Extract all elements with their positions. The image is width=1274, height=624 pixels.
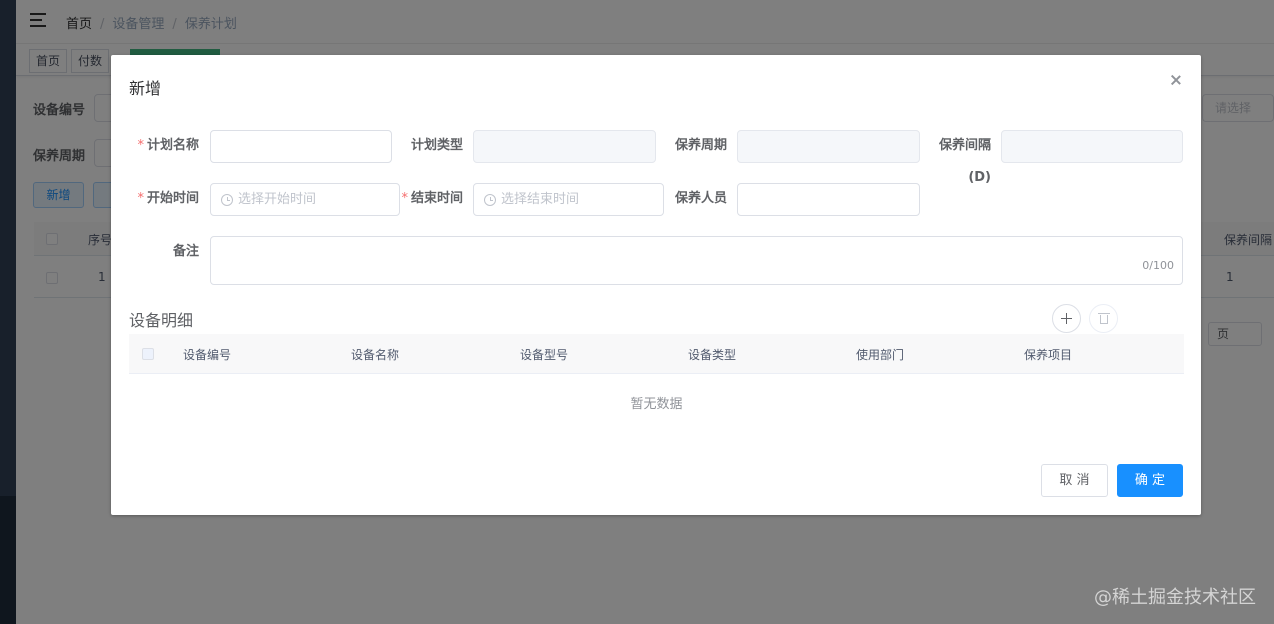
remark-textarea[interactable]: 0/100 [210, 236, 1183, 285]
dialog-title: 新增 [129, 79, 162, 98]
add-row-button[interactable] [1052, 304, 1081, 333]
cancel-button[interactable]: 取 消 [1041, 464, 1108, 497]
label-remark: 备注 [172, 244, 199, 259]
label-end-time: * 结束时间 [401, 191, 463, 206]
th-device-name: 设备名称 [351, 348, 400, 362]
detail-table-body: 暂无数据 [129, 374, 1184, 428]
interval-input [1001, 130, 1183, 163]
empty-text: 暂无数据 [630, 397, 683, 412]
th-device-model: 设备型号 [520, 348, 569, 362]
label-interval: 保养间隔(D) [938, 138, 991, 185]
clock-icon [221, 194, 233, 206]
end-time-placeholder: 选择结束时间 [501, 192, 580, 207]
th-device-code: 设备编号 [183, 348, 232, 362]
label-plan-name: * 计划名称 [137, 138, 199, 153]
end-time-picker[interactable]: 选择结束时间 [473, 183, 664, 216]
plan-name-input[interactable] [210, 130, 392, 163]
confirm-button[interactable]: 确 定 [1117, 464, 1183, 497]
start-time-picker[interactable]: 选择开始时间 [210, 183, 400, 216]
clock-icon [484, 194, 496, 206]
start-time-placeholder: 选择开始时间 [238, 192, 317, 207]
th-device-type: 设备类型 [688, 348, 737, 362]
delete-row-button[interactable] [1089, 304, 1118, 333]
watermark: @稀土掘金技术社区 [1094, 587, 1256, 608]
close-icon[interactable] [1167, 71, 1185, 89]
label-staff: 保养人员 [674, 191, 727, 206]
detail-title: 设备明细 [129, 311, 194, 330]
add-dialog: 新增 * 计划名称 计划类型 保养周期 保养间隔(D) * 开始时间 选择开始时间 … [111, 55, 1201, 515]
th-department: 使用部门 [856, 348, 905, 362]
detail-select-all-checkbox[interactable] [142, 348, 154, 360]
label-plan-type: 计划类型 [410, 138, 463, 153]
label-cycle: 保养周期 [674, 138, 727, 153]
staff-input[interactable] [737, 183, 920, 216]
char-count: 0/100 [1142, 259, 1174, 272]
cycle-input [737, 130, 920, 163]
label-start-time: * 开始时间 [137, 191, 199, 206]
th-maintenance-item: 保养项目 [1024, 348, 1073, 362]
detail-table-header: 设备编号 设备名称 设备型号 设备类型 使用部门 保养项目 [129, 334, 1184, 374]
plan-type-input [473, 130, 656, 163]
